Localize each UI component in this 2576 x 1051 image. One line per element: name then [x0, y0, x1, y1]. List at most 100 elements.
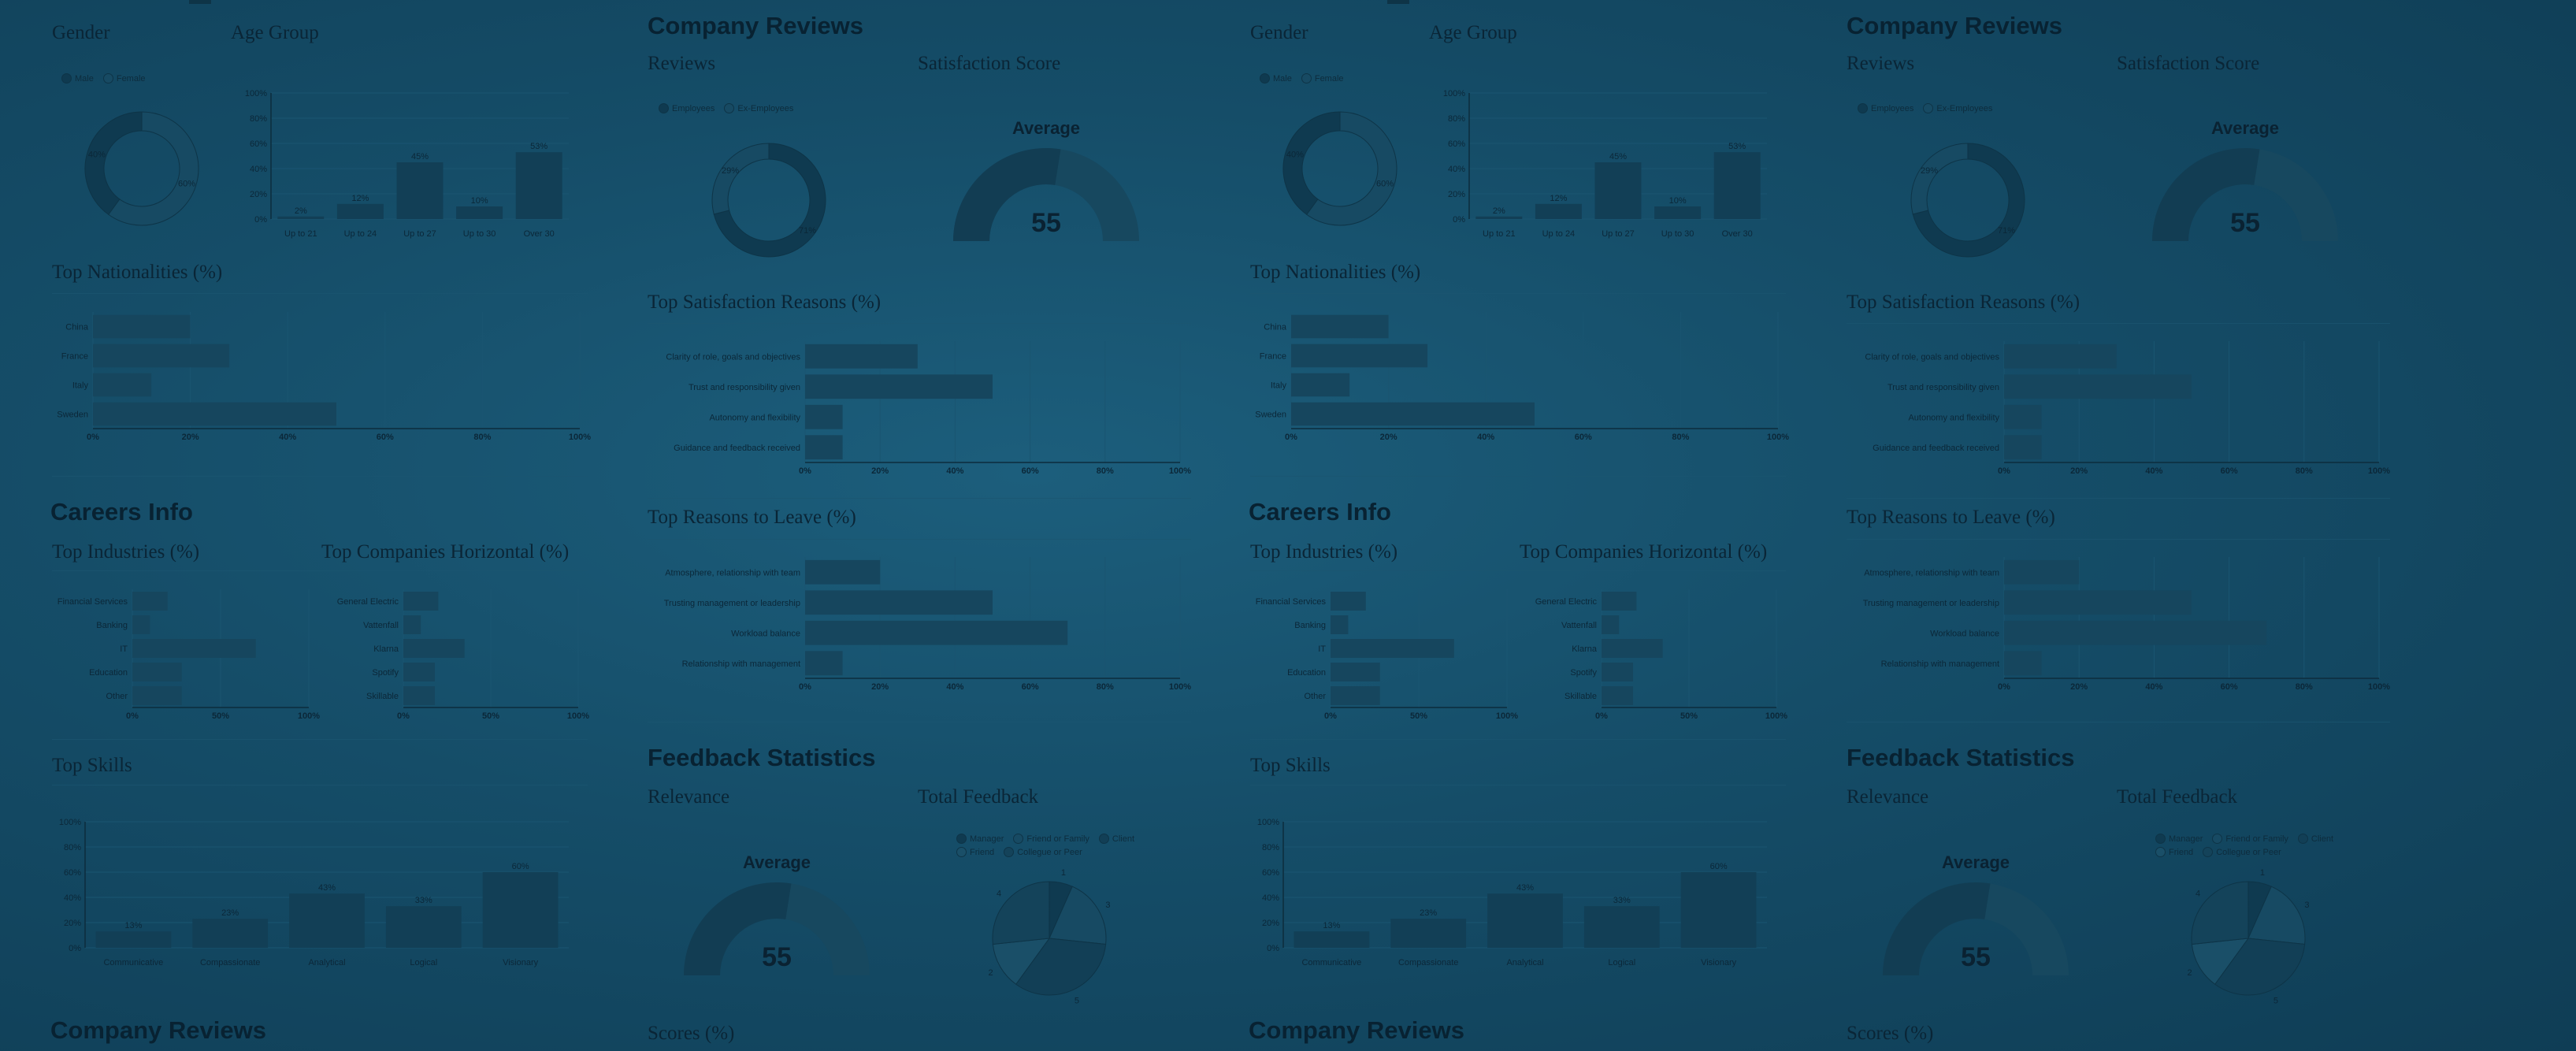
bar[interactable]: [1594, 162, 1642, 219]
bar[interactable]: [2004, 559, 2080, 585]
pie-slice[interactable]: [1910, 143, 1969, 215]
legend-item[interactable]: Collegue or Peer: [2203, 847, 2281, 857]
bar[interactable]: [1291, 344, 1428, 368]
bar[interactable]: [1331, 663, 1380, 681]
y-tick-label: Atmosphere, relationship with team: [665, 568, 800, 577]
bar[interactable]: [456, 206, 503, 219]
bar[interactable]: [2004, 404, 2042, 429]
bar[interactable]: [805, 435, 843, 460]
pie-slice[interactable]: [1282, 111, 1341, 215]
bar[interactable]: [805, 590, 993, 615]
bar[interactable]: [403, 663, 435, 681]
bar[interactable]: [1602, 615, 1620, 634]
bar[interactable]: [1294, 931, 1370, 948]
bar[interactable]: [2004, 374, 2192, 399]
bar[interactable]: [1602, 686, 1633, 705]
bar[interactable]: [93, 402, 336, 426]
bar[interactable]: [1602, 592, 1637, 611]
bar[interactable]: [1291, 402, 1535, 426]
legend-item[interactable]: Manager: [956, 834, 1004, 844]
bar[interactable]: [805, 620, 1068, 645]
satisfaction-reasons-title: Top Satisfaction Reasons (%): [1847, 292, 2080, 313]
bar[interactable]: [805, 559, 881, 585]
pie-slice[interactable]: [84, 111, 143, 215]
bar[interactable]: [1583, 906, 1660, 948]
bar[interactable]: [2004, 620, 2267, 645]
bar[interactable]: [403, 639, 465, 658]
legend-item[interactable]: Ex-Employees: [724, 103, 793, 113]
bar[interactable]: [2004, 435, 2042, 460]
legend-item[interactable]: Female: [102, 73, 146, 84]
bar[interactable]: [1487, 893, 1563, 948]
bar[interactable]: [403, 592, 439, 611]
feedback-title: Feedback Statistics: [1847, 744, 2075, 771]
gauge-value: 55: [762, 942, 792, 972]
legend-label: Client: [1112, 834, 1135, 844]
bar[interactable]: [93, 373, 152, 397]
legend-item[interactable]: Ex-Employees: [1923, 103, 1992, 113]
bar[interactable]: [396, 162, 444, 219]
slice-label: 60%: [1376, 180, 1394, 189]
legend-item[interactable]: Friend or Family: [1013, 834, 1089, 844]
legend-item[interactable]: Friend: [2155, 847, 2193, 857]
bar[interactable]: [1475, 216, 1523, 219]
bar[interactable]: [132, 615, 150, 634]
x-tick-label: 100%: [2368, 466, 2390, 476]
legend-item[interactable]: Employees: [1858, 103, 1913, 113]
legend-item[interactable]: Male: [1260, 73, 1292, 84]
bar[interactable]: [805, 374, 993, 399]
legend-item[interactable]: Friend or Family: [2212, 834, 2288, 844]
bar[interactable]: [385, 906, 462, 948]
slice-label: 3: [2304, 901, 2309, 910]
bar[interactable]: [1331, 639, 1454, 658]
bar[interactable]: [1602, 663, 1633, 681]
legend-item[interactable]: Friend: [956, 847, 994, 857]
bar[interactable]: [1331, 592, 1366, 611]
bar[interactable]: [1291, 373, 1350, 397]
bar[interactable]: [1331, 686, 1380, 705]
bar[interactable]: [2004, 344, 2117, 369]
x-tick-label: 40%: [946, 466, 963, 476]
bar[interactable]: [805, 344, 918, 369]
bar[interactable]: [192, 919, 269, 948]
bar[interactable]: [1713, 152, 1761, 219]
legend-item[interactable]: Female: [1301, 73, 1344, 84]
x-tick-label: Over 30: [1722, 229, 1753, 239]
bar[interactable]: [336, 203, 384, 219]
bar[interactable]: [93, 314, 191, 339]
legend-item[interactable]: Client: [2297, 834, 2333, 844]
legend-item[interactable]: Client: [1098, 834, 1135, 844]
bar[interactable]: [1680, 872, 1757, 948]
bar[interactable]: [1654, 206, 1702, 219]
bar[interactable]: [132, 663, 182, 681]
legend-item[interactable]: Manager: [2155, 834, 2203, 844]
bar[interactable]: [132, 639, 256, 658]
bar[interactable]: [805, 404, 843, 429]
bar[interactable]: [805, 651, 843, 676]
pie-slice[interactable]: [711, 143, 770, 215]
bar[interactable]: [515, 152, 562, 219]
bar[interactable]: [277, 216, 325, 219]
bar[interactable]: [482, 872, 559, 948]
bar[interactable]: [289, 893, 365, 948]
gender-title: Gender: [1250, 22, 1308, 43]
bar[interactable]: [1291, 314, 1389, 339]
bar[interactable]: [95, 931, 172, 948]
legend-item[interactable]: Collegue or Peer: [1004, 847, 1082, 857]
bar[interactable]: [403, 686, 435, 705]
bar[interactable]: [1390, 919, 1467, 948]
bar[interactable]: [132, 686, 182, 705]
bar[interactable]: [1602, 639, 1663, 658]
bar[interactable]: [1535, 203, 1582, 219]
bar[interactable]: [1331, 615, 1349, 634]
legend-item[interactable]: Male: [61, 73, 94, 84]
reviews-donut: 71% 29%: [1910, 143, 2025, 258]
chart-legend: Employees Ex-Employees: [1858, 103, 1992, 113]
bar[interactable]: [2004, 590, 2192, 615]
bar[interactable]: [93, 344, 230, 368]
bar[interactable]: [132, 592, 168, 611]
legend-item[interactable]: Employees: [659, 103, 715, 113]
bar[interactable]: [403, 615, 421, 634]
bar[interactable]: [2004, 651, 2042, 676]
slice-label: 29%: [1921, 166, 1938, 176]
